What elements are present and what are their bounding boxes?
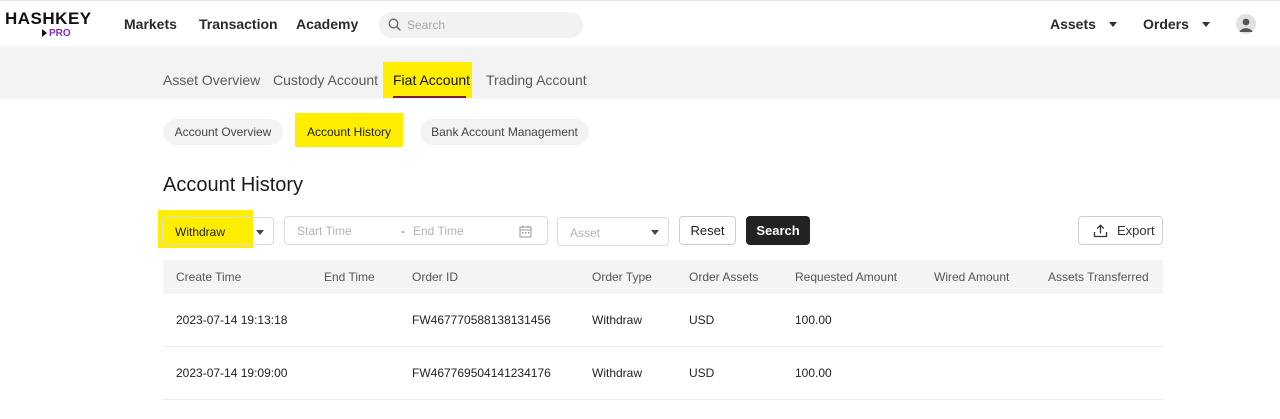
cell-create-time: 2023-07-14 19:09:00 — [176, 366, 288, 380]
logo-play-icon — [42, 29, 47, 37]
assets-menu[interactable]: Assets — [1050, 16, 1117, 32]
col-requested-amount: Requested Amount — [795, 270, 898, 284]
nav-transaction[interactable]: Transaction — [199, 16, 278, 32]
col-create-time: Create Time — [176, 270, 242, 284]
col-assets-transferred: Assets Transferred — [1048, 270, 1149, 284]
global-search[interactable] — [379, 12, 583, 38]
nav-academy[interactable]: Academy — [296, 16, 358, 32]
cell-requested-amount: 100.00 — [795, 366, 832, 380]
active-tab-indicator — [393, 96, 466, 98]
hashkey-pro-logo[interactable]: HASHKEY PRO — [5, 9, 95, 41]
cell-requested-amount: 100.00 — [795, 313, 832, 327]
subtab-account-overview[interactable]: Account Overview — [163, 119, 283, 145]
cell-order-id: FW467770588138131456 — [412, 313, 551, 327]
user-avatar[interactable] — [1236, 14, 1256, 34]
top-nav: HASHKEY PRO Markets Transaction Academy … — [0, 0, 1280, 46]
asset-placeholder: Asset — [570, 226, 601, 240]
order-type-select[interactable]: Withdraw — [162, 217, 274, 245]
cell-order-type: Withdraw — [592, 366, 643, 380]
subtab-account-history[interactable]: Account History — [295, 113, 403, 147]
cell-order-assets: USD — [689, 366, 715, 380]
chevron-down-icon — [256, 230, 264, 235]
upload-icon — [1093, 224, 1108, 238]
reset-button[interactable]: Reset — [679, 216, 736, 245]
export-label: Export — [1117, 223, 1155, 238]
col-order-id: Order ID — [412, 270, 459, 284]
table-header: Create Time End Time Order ID Order Type… — [163, 260, 1163, 294]
end-time-field[interactable]: End Time — [413, 224, 464, 238]
col-wired-amount: Wired Amount — [934, 270, 1010, 284]
col-order-type: Order Type — [592, 270, 652, 284]
col-end-time: End Time — [324, 270, 375, 284]
order-type-value: Withdraw — [175, 225, 226, 239]
tab-trading-account[interactable]: Trading Account — [486, 72, 587, 88]
page-title: Account History — [163, 174, 304, 196]
cell-order-type: Withdraw — [592, 313, 643, 327]
asset-select[interactable]: Asset — [557, 217, 669, 246]
logo-sub: PRO — [42, 28, 71, 39]
search-input[interactable] — [407, 16, 567, 34]
logo-wordmark: HASHKEY — [5, 9, 92, 28]
table-row[interactable]: 2023-07-14 19:09:00 FW467769504141234176… — [163, 347, 1163, 400]
user-icon — [1239, 18, 1253, 32]
table-row[interactable]: 2023-07-14 19:13:18 FW467770588138131456… — [163, 294, 1163, 347]
cell-order-id: FW467769504141234176 — [412, 366, 551, 380]
range-separator: - — [401, 224, 405, 238]
chevron-down-icon — [1201, 22, 1210, 27]
cell-order-assets: USD — [689, 313, 715, 327]
tab-asset-overview[interactable]: Asset Overview — [163, 72, 260, 88]
tab-custody-account[interactable]: Custody Account — [273, 72, 378, 88]
date-range-picker[interactable]: Start Time - End Time — [284, 216, 548, 245]
tab-fiat-account[interactable]: Fiat Account — [393, 72, 470, 88]
col-order-assets: Order Assets — [689, 270, 759, 284]
chevron-down-icon — [1108, 22, 1117, 27]
search-icon — [388, 18, 401, 31]
calendar-icon — [519, 225, 532, 238]
cell-create-time: 2023-07-14 19:13:18 — [176, 313, 288, 327]
export-button[interactable]: Export — [1078, 216, 1163, 245]
search-button[interactable]: Search — [746, 216, 810, 245]
subtab-bank-account-management[interactable]: Bank Account Management — [420, 119, 589, 145]
orders-menu[interactable]: Orders — [1143, 16, 1210, 32]
start-time-field[interactable]: Start Time — [297, 224, 352, 238]
chevron-down-icon — [651, 230, 659, 235]
nav-markets[interactable]: Markets — [124, 16, 177, 32]
